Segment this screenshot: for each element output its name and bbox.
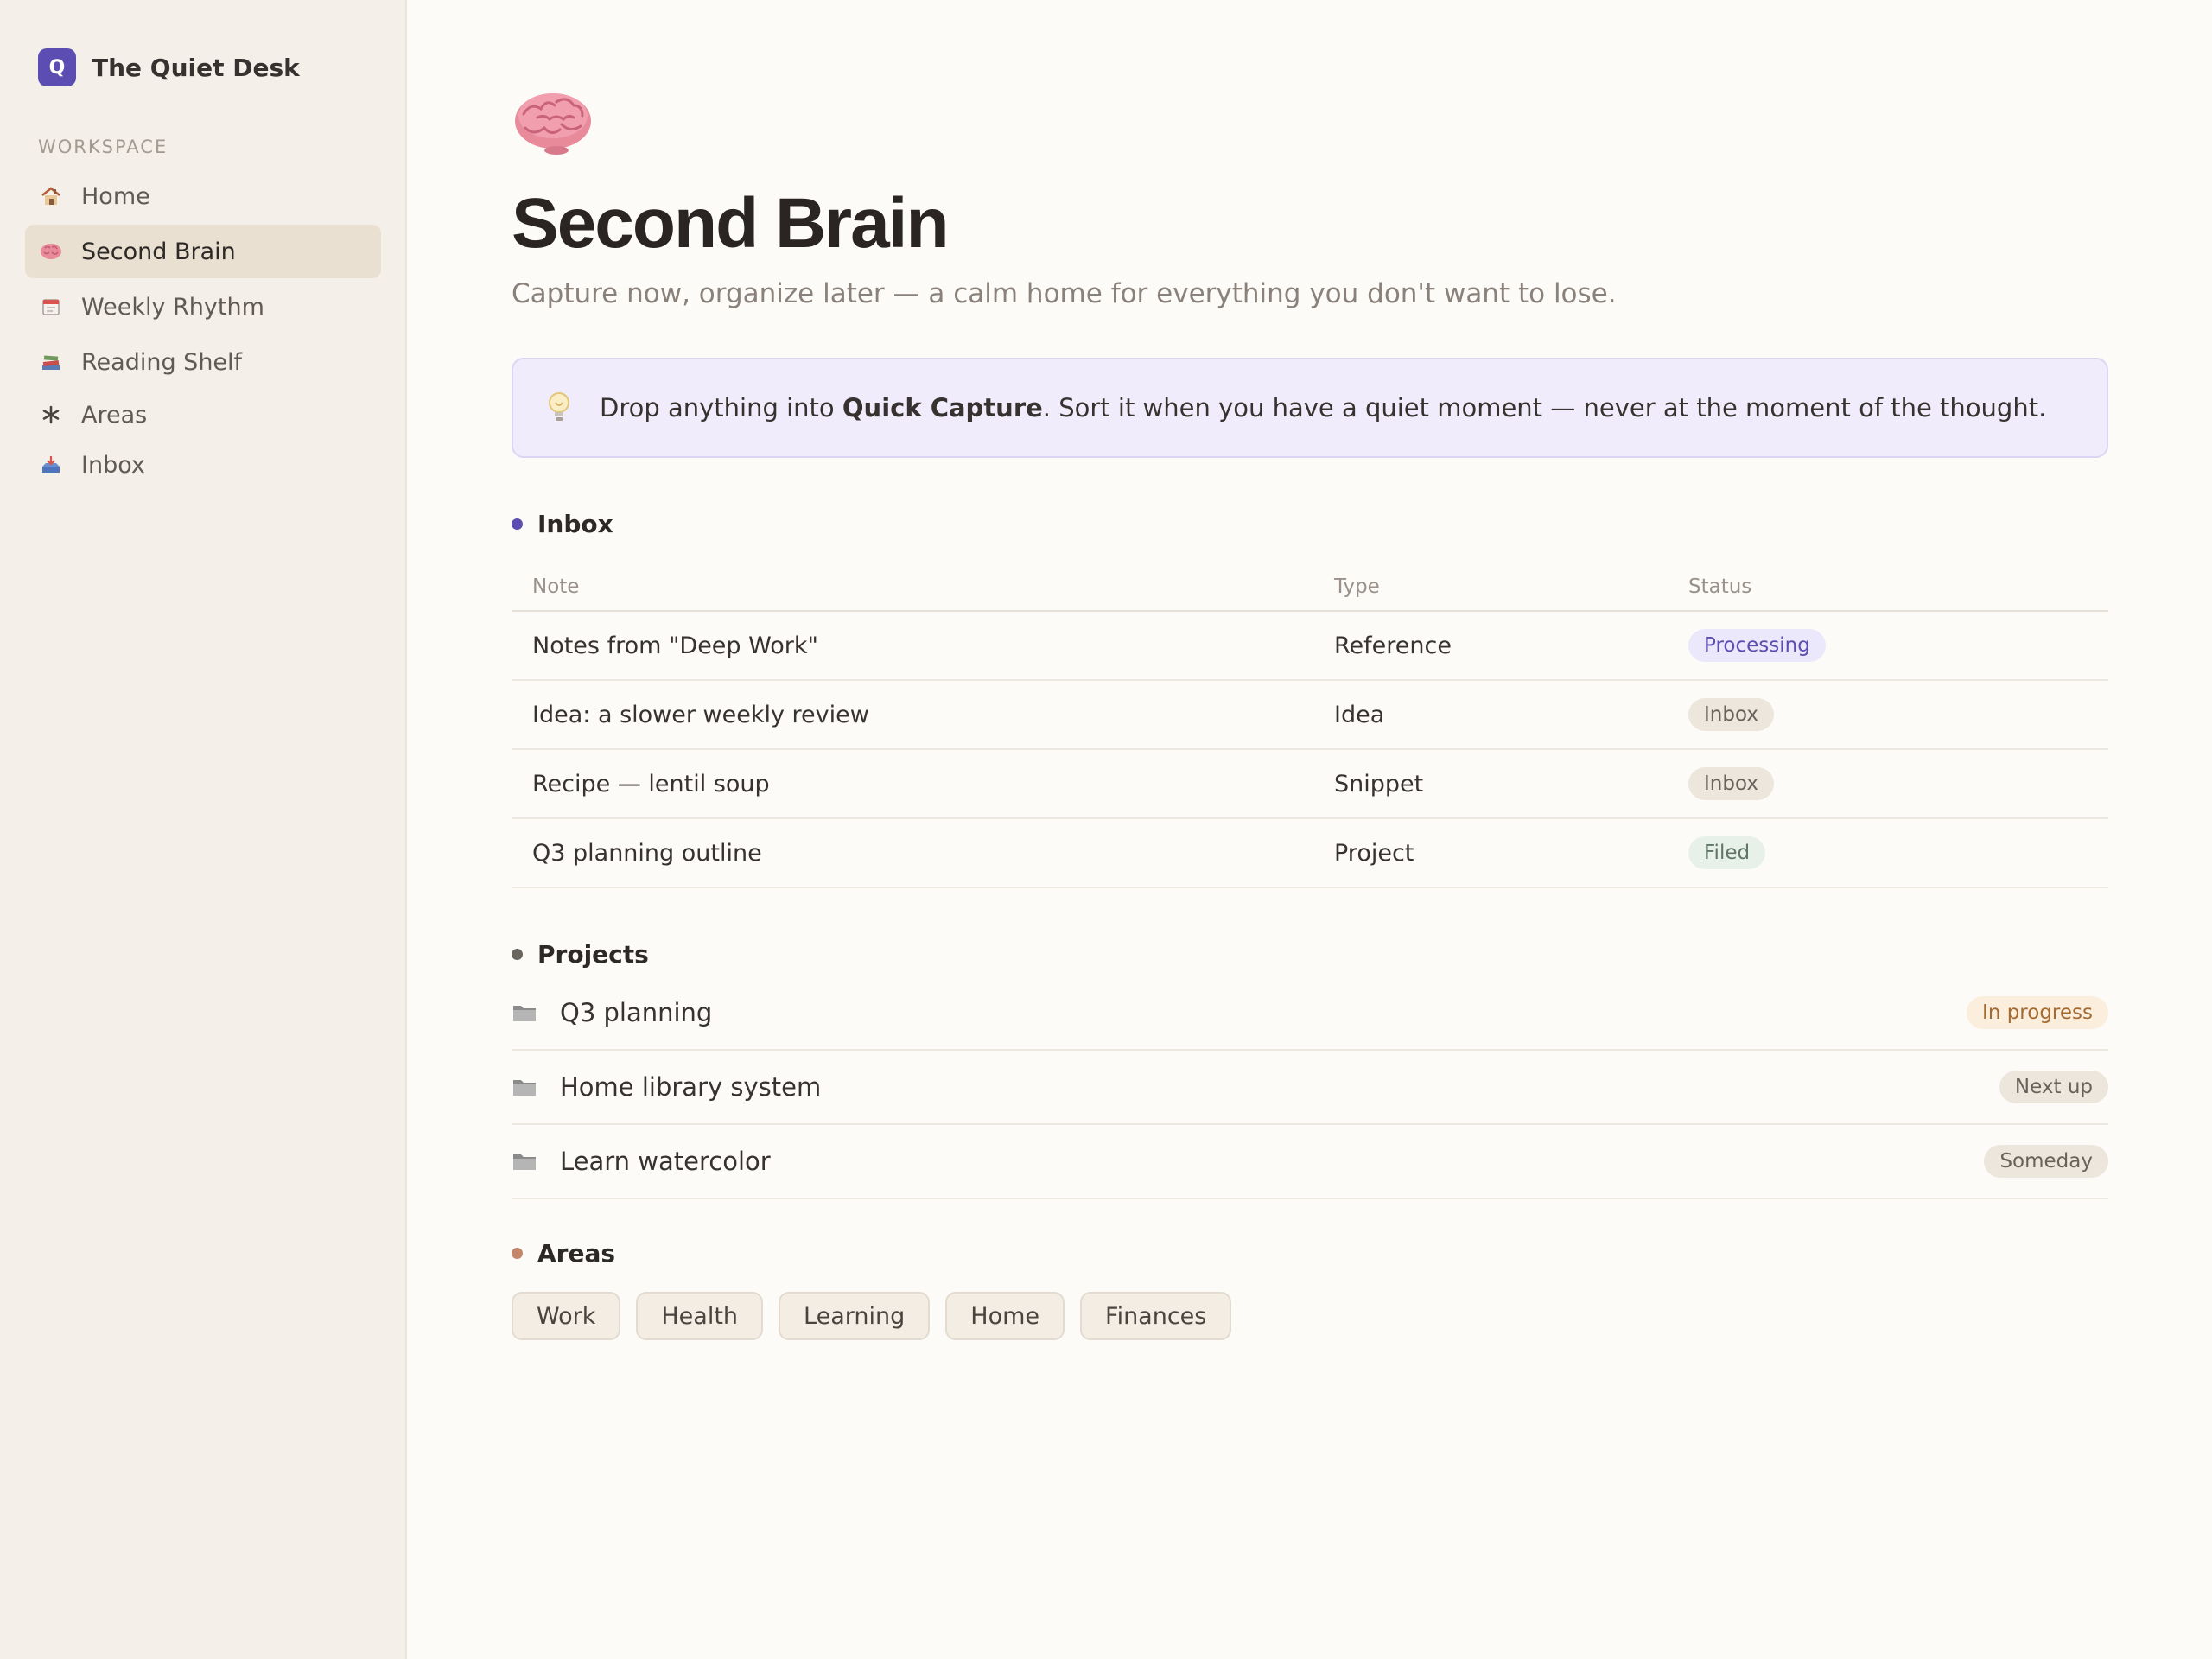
folder-icon bbox=[512, 1001, 537, 1024]
inbox-section-title: Inbox bbox=[537, 510, 613, 538]
cell-type: Reference bbox=[1334, 632, 1452, 659]
sidebar-item-areas[interactable]: Areas bbox=[25, 391, 381, 439]
brand-name: The Quiet Desk bbox=[92, 53, 300, 82]
house-icon bbox=[38, 183, 64, 209]
sidebar-item-label: Reading Shelf bbox=[81, 348, 243, 376]
cell-type: Snippet bbox=[1334, 770, 1424, 798]
cell-type: Idea bbox=[1334, 701, 1385, 728]
sidebar-item-label: Inbox bbox=[81, 451, 145, 479]
table-header: Note Type Status bbox=[512, 563, 2108, 612]
cell-note: Idea: a slower weekly review bbox=[532, 701, 869, 728]
brand[interactable]: Q The Quiet Desk bbox=[38, 48, 300, 86]
sidebar-item-weekly-rhythm[interactable]: Weekly Rhythm bbox=[25, 280, 381, 334]
sidebar-item-label: Home bbox=[81, 182, 150, 210]
areas-section-title: Areas bbox=[537, 1239, 616, 1268]
callout-text-before: Drop anything into bbox=[600, 393, 842, 423]
column-header-status[interactable]: Status bbox=[1688, 575, 2108, 598]
folder-icon bbox=[512, 1150, 537, 1173]
inbox-dot bbox=[512, 518, 523, 530]
area-chip-finances[interactable]: Finances bbox=[1080, 1292, 1232, 1340]
sidebar: Q The Quiet Desk WORKSPACE Home Second B… bbox=[0, 0, 407, 1659]
main-content: Second Brain Capture now, organize later… bbox=[407, 0, 2212, 1659]
status-badge[interactable]: Someday bbox=[1984, 1145, 2108, 1178]
lightbulb-icon bbox=[544, 391, 574, 425]
brain-icon bbox=[38, 238, 64, 264]
inbox-tray-icon bbox=[38, 452, 64, 478]
table-row[interactable]: Q3 planning outline Project Filed bbox=[512, 819, 2108, 888]
status-badge[interactable]: Filed bbox=[1688, 836, 1766, 869]
folder-icon bbox=[512, 1076, 537, 1098]
area-chip-home[interactable]: Home bbox=[945, 1292, 1065, 1340]
status-badge[interactable]: Next up bbox=[1999, 1071, 2108, 1103]
project-name: Learn watercolor bbox=[560, 1147, 771, 1176]
page-title: Second Brain bbox=[512, 184, 950, 263]
projects-list: Q3 planning In progress Home library sys… bbox=[512, 976, 2108, 1199]
page-subtitle: Capture now, organize later — a calm hom… bbox=[512, 278, 1617, 309]
sidebar-item-label: Areas bbox=[81, 401, 148, 429]
area-chip-learning[interactable]: Learning bbox=[779, 1292, 931, 1340]
table-row[interactable]: Notes from "Deep Work" Reference Process… bbox=[512, 612, 2108, 681]
status-badge[interactable]: Processing bbox=[1688, 629, 1826, 662]
areas-section-header: Areas bbox=[512, 1239, 615, 1268]
areas-chips: Work Health Learning Home Finances bbox=[512, 1292, 1247, 1340]
sidebar-nav: Home Second Brain Weekly Rhythm Reading … bbox=[25, 169, 381, 491]
projects-dot bbox=[512, 949, 523, 960]
sidebar-section-label: WORKSPACE bbox=[38, 137, 168, 157]
status-badge[interactable]: In progress bbox=[1967, 996, 2108, 1029]
app-window: Q The Quiet Desk WORKSPACE Home Second B… bbox=[0, 0, 2212, 1659]
sidebar-item-reading-shelf[interactable]: Reading Shelf bbox=[25, 335, 381, 389]
inbox-section-header: Inbox bbox=[512, 510, 613, 538]
status-badge[interactable]: Inbox bbox=[1688, 698, 1774, 731]
project-name: Q3 planning bbox=[560, 998, 713, 1027]
cell-type: Project bbox=[1334, 839, 1414, 867]
areas-dot bbox=[512, 1248, 523, 1259]
brain-icon[interactable] bbox=[512, 76, 594, 159]
brand-logo: Q bbox=[38, 48, 76, 86]
area-chip-work[interactable]: Work bbox=[512, 1292, 621, 1340]
sidebar-item-inbox[interactable]: Inbox bbox=[25, 441, 381, 489]
callout-bold-term: Quick Capture bbox=[842, 393, 1043, 423]
table-row[interactable]: Idea: a slower weekly review Idea Inbox bbox=[512, 681, 2108, 750]
list-item[interactable]: Learn watercolor Someday bbox=[512, 1125, 2108, 1199]
asterisk-icon bbox=[38, 402, 64, 428]
calendar-icon bbox=[38, 294, 64, 320]
cell-note: Q3 planning outline bbox=[532, 839, 762, 867]
books-icon bbox=[38, 349, 64, 375]
sidebar-item-label: Weekly Rhythm bbox=[81, 293, 264, 321]
sidebar-item-second-brain[interactable]: Second Brain bbox=[25, 225, 381, 278]
inbox-table: Note Type Status Notes from "Deep Work" … bbox=[512, 563, 2108, 888]
status-badge[interactable]: Inbox bbox=[1688, 767, 1774, 800]
list-item[interactable]: Q3 planning In progress bbox=[512, 976, 2108, 1051]
tip-callout: Drop anything into Quick Capture. Sort i… bbox=[512, 358, 2108, 458]
projects-section-header: Projects bbox=[512, 940, 649, 969]
cell-note: Recipe — lentil soup bbox=[532, 770, 770, 798]
column-header-type[interactable]: Type bbox=[1334, 575, 1688, 598]
table-row[interactable]: Recipe — lentil soup Snippet Inbox bbox=[512, 750, 2108, 819]
sidebar-item-home[interactable]: Home bbox=[25, 169, 381, 223]
projects-section-title: Projects bbox=[537, 940, 649, 969]
column-header-note[interactable]: Note bbox=[512, 575, 1334, 598]
callout-text-after: . Sort it when you have a quiet moment —… bbox=[1042, 393, 2047, 423]
project-name: Home library system bbox=[560, 1072, 822, 1102]
area-chip-health[interactable]: Health bbox=[636, 1292, 764, 1340]
callout-text: Drop anything into Quick Capture. Sort i… bbox=[600, 393, 2046, 423]
list-item[interactable]: Home library system Next up bbox=[512, 1051, 2108, 1125]
sidebar-item-label: Second Brain bbox=[81, 238, 236, 265]
cell-note: Notes from "Deep Work" bbox=[532, 632, 818, 659]
